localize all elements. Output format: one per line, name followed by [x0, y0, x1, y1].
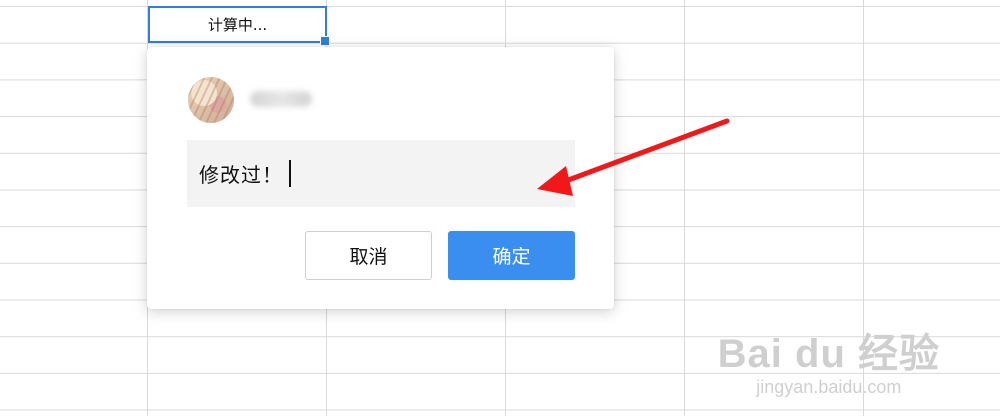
fill-handle[interactable] [320, 36, 330, 46]
cancel-button[interactable]: 取消 [305, 231, 432, 280]
username-blurred [250, 91, 312, 107]
watermark: Bai du 经验 jingyan.baidu.com [718, 321, 940, 398]
active-cell[interactable]: 计算中... [148, 6, 330, 46]
text-caret [289, 160, 291, 187]
watermark-main: Bai du 经验 [717, 332, 940, 376]
active-cell-text: 计算中... [207, 16, 268, 34]
comment-popup: 修改过！ 取消 确定 [147, 47, 614, 309]
confirm-button[interactable]: 确定 [448, 231, 575, 280]
user-avatar [188, 77, 234, 123]
watermark-sub: jingyan.baidu.com [756, 377, 902, 397]
comment-input[interactable]: 修改过！ [187, 140, 575, 207]
comment-text: 修改过！ [199, 163, 283, 187]
